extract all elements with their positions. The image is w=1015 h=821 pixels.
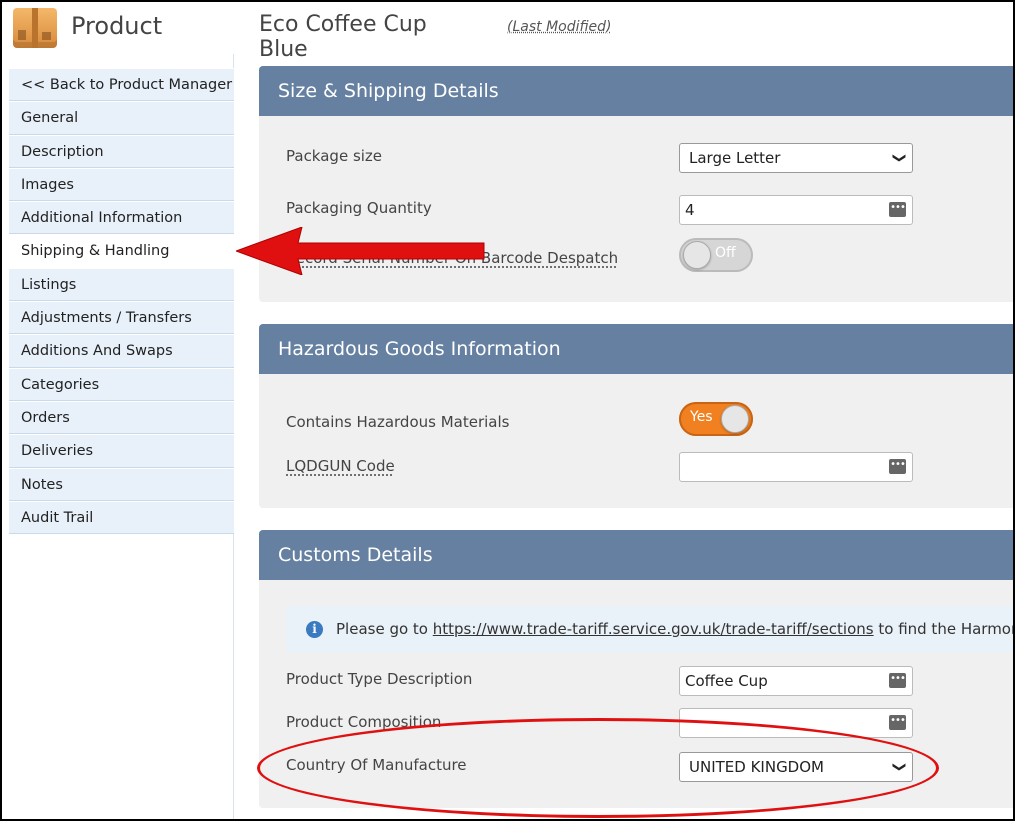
product-type-description-label: Product Type Description: [286, 670, 473, 688]
sidebar-item-general[interactable]: General: [9, 101, 234, 135]
trade-tariff-link[interactable]: https://www.trade-tariff.service.gov.uk/…: [433, 620, 874, 638]
more-options-icon[interactable]: •••: [889, 459, 906, 474]
hazardous-title: Hazardous Goods Information: [259, 324, 1013, 374]
app-title: Product: [71, 12, 163, 40]
toggle-knob: [683, 241, 711, 269]
app-frame: Product Eco Coffee Cup Blue (Last Modifi…: [0, 0, 1015, 821]
sidebar-item-shipping-handling[interactable]: Shipping & Handling: [9, 234, 234, 268]
package-size-label: Package size: [286, 147, 383, 165]
sidebar-item-categories[interactable]: Categories: [9, 367, 234, 401]
customs-title: Customs Details: [259, 530, 1013, 580]
product-type-description-input[interactable]: Coffee Cup •••: [679, 666, 913, 696]
sidebar-nav: << Back to Product Manager General Descr…: [9, 68, 234, 535]
sidebar-item-additional-information[interactable]: Additional Information: [9, 201, 234, 235]
serial-number-toggle[interactable]: Off: [679, 238, 753, 272]
info-suffix-text: to find the Harmonisat: [878, 620, 1013, 638]
chevron-down-icon: ❯: [891, 761, 907, 773]
product-composition-label: Product Composition: [286, 713, 442, 731]
country-of-manufacture-label: Country Of Manufacture: [286, 756, 467, 774]
package-size-value: Large Letter: [689, 149, 781, 167]
packaging-quantity-label: Packaging Quantity: [286, 199, 432, 217]
product-box-icon: [13, 8, 57, 48]
toggle-state-text: Off: [715, 245, 736, 261]
sidebar-item-description[interactable]: Description: [9, 134, 234, 168]
size-shipping-title: Size & Shipping Details: [259, 66, 1013, 116]
sidebar-item-orders[interactable]: Orders: [9, 400, 234, 435]
country-of-manufacture-select[interactable]: UNITED KINGDOM ❯: [679, 752, 913, 782]
product-name-heading: Eco Coffee Cup Blue: [259, 12, 477, 71]
country-of-manufacture-value: UNITED KINGDOM: [689, 758, 824, 776]
sidebar-item-deliveries[interactable]: Deliveries: [9, 434, 234, 468]
toggle-knob: [721, 405, 749, 433]
info-icon: i: [306, 621, 323, 638]
contains-hazardous-label: Contains Hazardous Materials: [286, 413, 510, 431]
size-shipping-panel: Size & Shipping Details Package size Lar…: [259, 66, 1013, 302]
contains-hazardous-toggle[interactable]: Yes: [679, 402, 753, 436]
serial-number-label: Record Serial Number On Barcode Despatch: [286, 249, 619, 267]
packaging-quantity-input[interactable]: 4 •••: [679, 195, 913, 225]
hazardous-panel: Hazardous Goods Information Contains Haz…: [259, 324, 1013, 508]
chevron-down-icon: ❯: [891, 152, 907, 164]
product-composition-input[interactable]: •••: [679, 708, 913, 738]
sidebar-item-audit-trail[interactable]: Audit Trail: [9, 500, 234, 535]
sidebar-item-listings[interactable]: Listings: [9, 267, 234, 302]
more-options-icon[interactable]: •••: [889, 715, 906, 730]
toggle-state-text: Yes: [690, 409, 713, 425]
sidebar-item-additions-swaps[interactable]: Additions And Swaps: [9, 334, 234, 368]
sidebar-item-back[interactable]: << Back to Product Manager: [9, 68, 234, 102]
product-type-description-value: Coffee Cup: [685, 672, 768, 690]
packaging-quantity-value: 4: [685, 201, 695, 219]
last-modified-link[interactable]: (Last Modified): [507, 19, 612, 35]
sidebar-item-notes[interactable]: Notes: [9, 467, 234, 501]
info-prefix-text: Please go to: [336, 620, 433, 638]
more-options-icon[interactable]: •••: [889, 202, 906, 217]
customs-panel: Customs Details i Please go to https://w…: [259, 530, 1013, 808]
more-options-icon[interactable]: •••: [889, 673, 906, 688]
sidebar-item-adjustments-transfers[interactable]: Adjustments / Transfers: [9, 301, 234, 335]
harmonised-code-info: i Please go to https://www.trade-tariff.…: [286, 606, 1013, 652]
lqdgun-code-label: LQDGUN Code: [286, 457, 395, 475]
lqdgun-code-input[interactable]: •••: [679, 452, 913, 482]
package-size-select[interactable]: Large Letter ❯: [679, 143, 913, 173]
sidebar-item-images[interactable]: Images: [9, 167, 234, 202]
